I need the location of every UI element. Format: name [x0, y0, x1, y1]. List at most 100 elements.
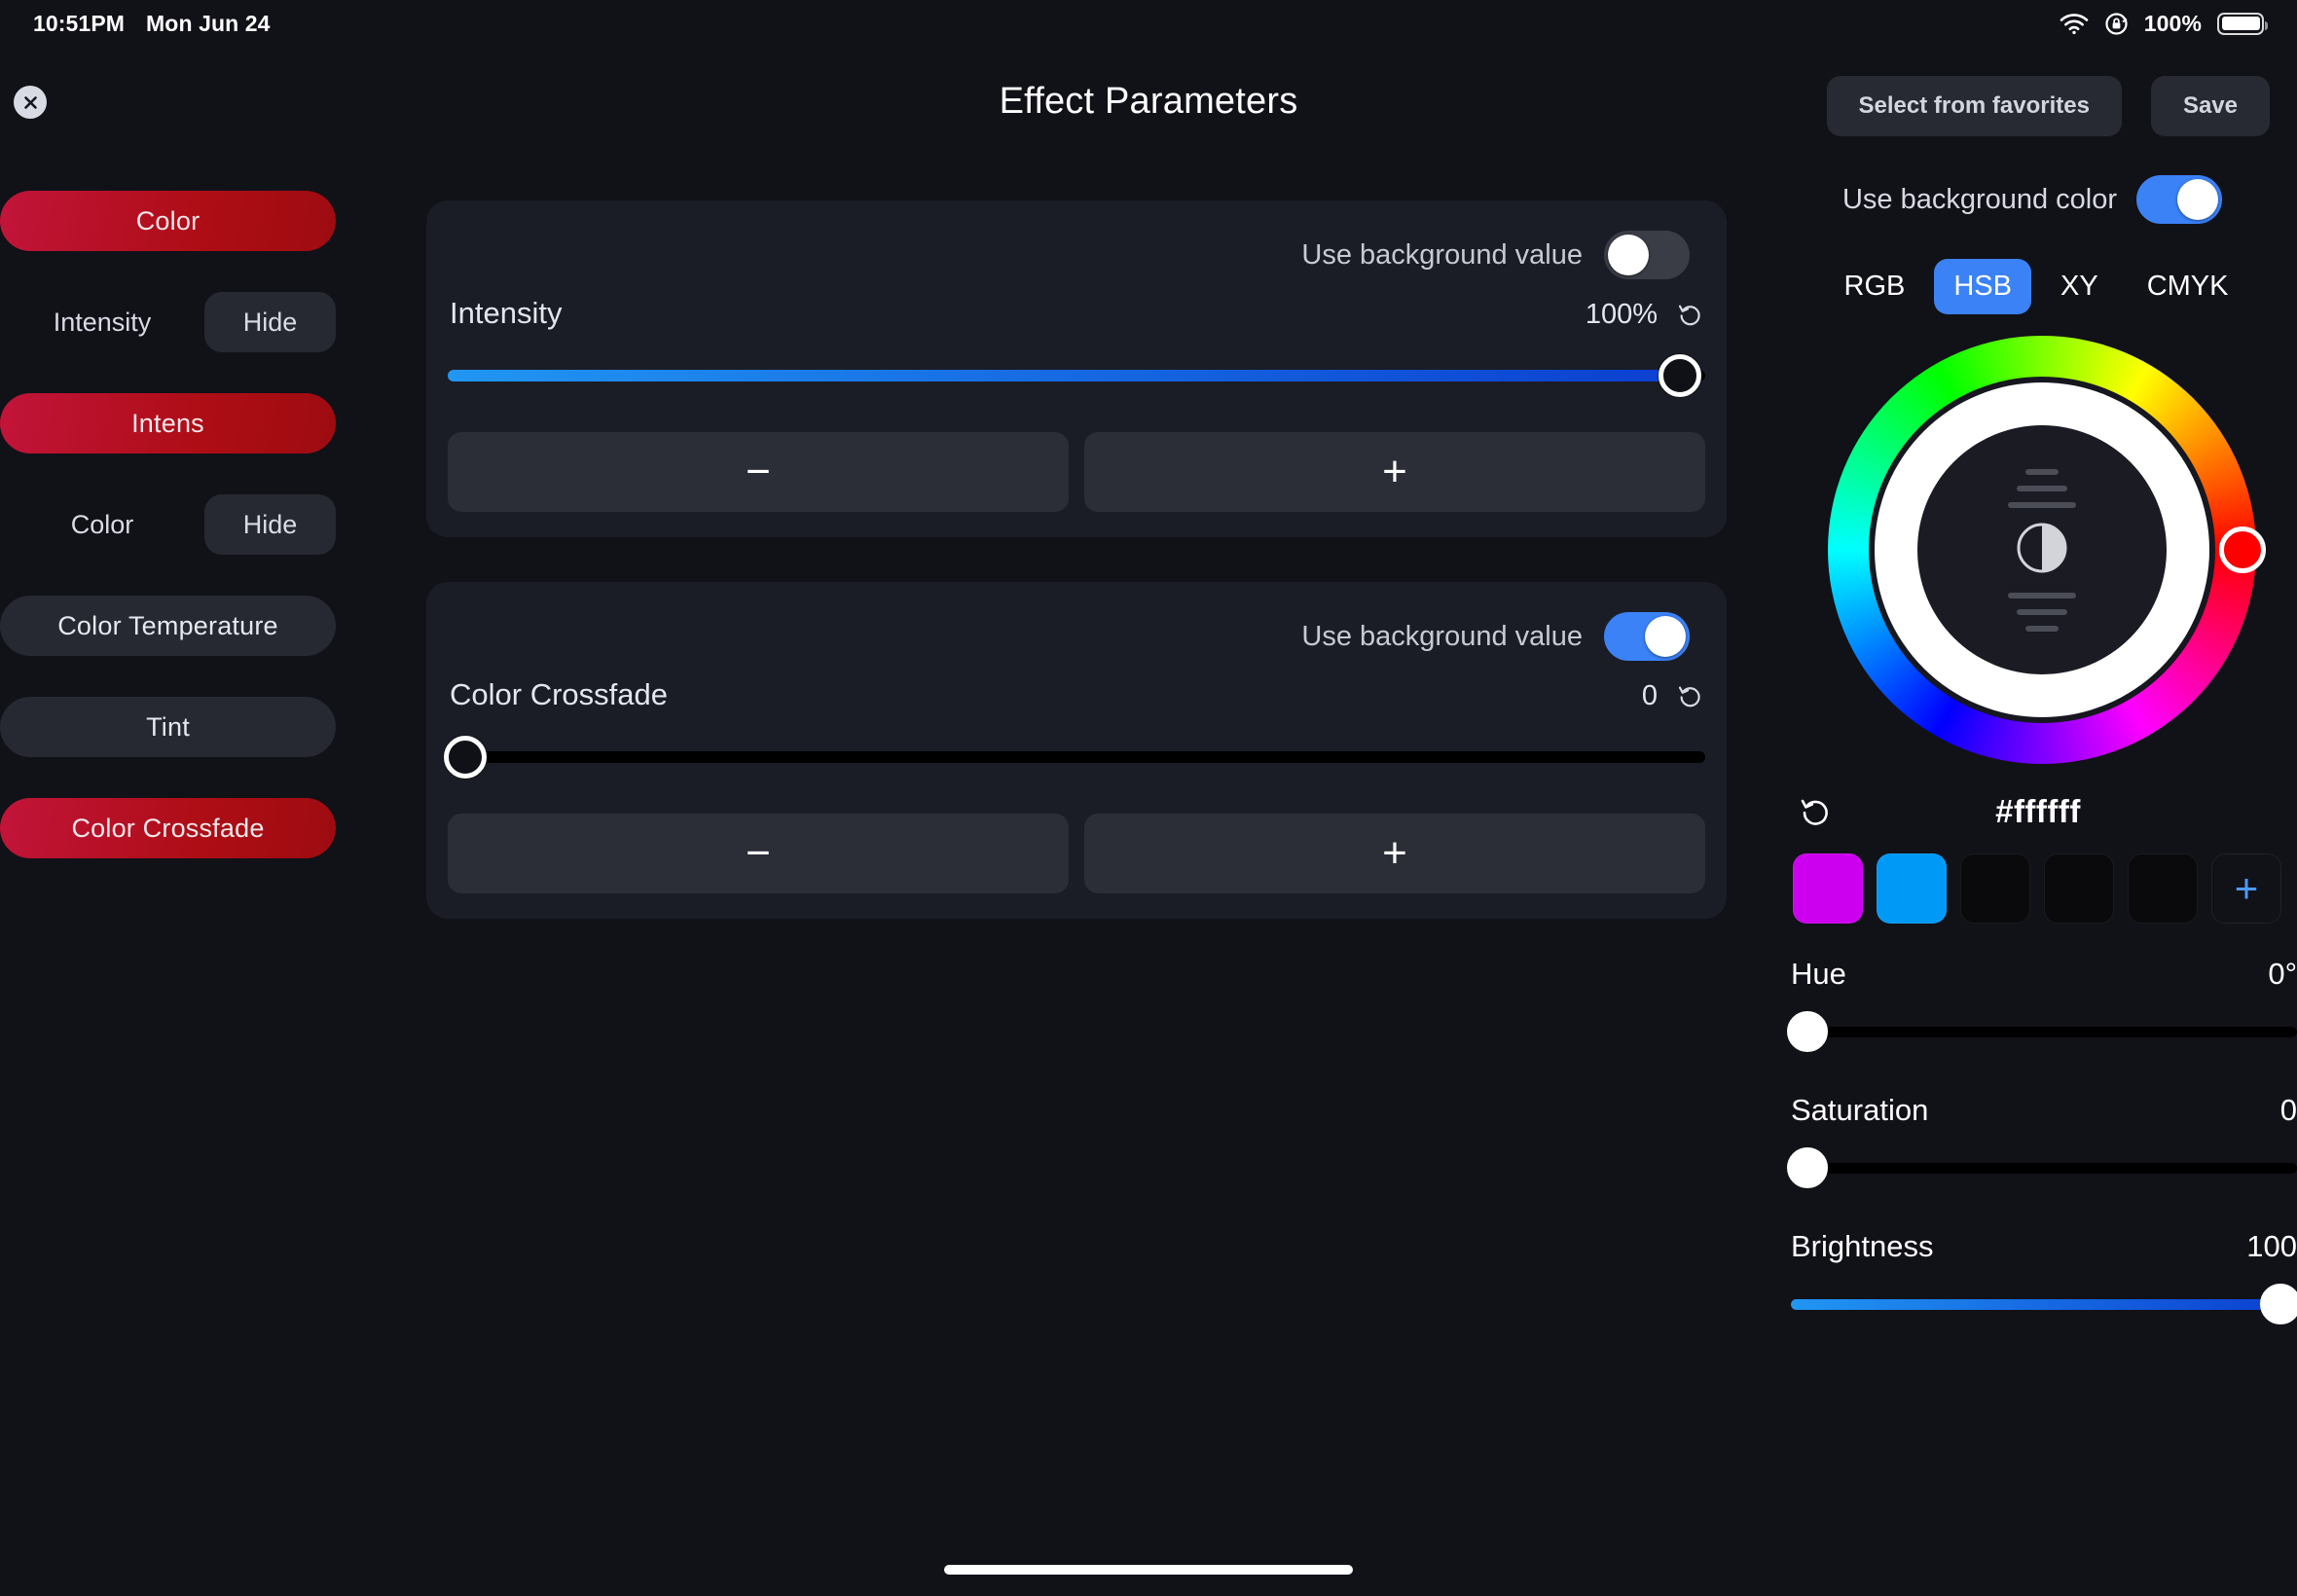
sidebar-item-intens[interactable]: Intens — [0, 393, 336, 453]
sidebar-item-color[interactable]: Color — [0, 191, 336, 251]
use-background-value-row: Use background value — [448, 607, 1705, 666]
sidebar-item-label: Color Temperature — [57, 611, 278, 641]
parameter-card-intensity: Use background value Intensity 100% − + — [426, 200, 1727, 537]
rotation-lock-icon — [2104, 12, 2129, 36]
swatch-empty-3[interactable] — [2128, 853, 2198, 924]
contrast-half-icon — [2016, 522, 2068, 579]
color-swatches: + — [1791, 853, 2297, 924]
increment-intensity-button[interactable]: + — [1084, 432, 1705, 512]
swatch-magenta[interactable] — [1793, 853, 1863, 924]
sidebar-item-label: Color — [0, 510, 204, 540]
battery-percent-label: 100% — [2144, 11, 2202, 37]
hex-value: #ffffff — [1832, 793, 2244, 830]
use-background-value-label: Use background value — [1301, 621, 1583, 653]
swatch-empty-2[interactable] — [2044, 853, 2114, 924]
parameter-value: 0 — [1642, 680, 1658, 712]
sidebar-item-label: Intens — [131, 409, 204, 439]
slider-thumb[interactable] — [1787, 1011, 1828, 1052]
sidebar-item-tint[interactable]: Tint — [0, 697, 336, 757]
color-picker-panel: Use background color RGB HSB XY CMYK — [1791, 175, 2297, 1332]
saturation-slider[interactable] — [1791, 1140, 2297, 1196]
sidebar-item-label: Color — [136, 206, 201, 236]
sidebar-row-intensity: Intensity Hide — [0, 292, 336, 352]
parameter-header-row: Intensity 100% — [448, 284, 1705, 331]
plus-icon: + — [1382, 451, 1407, 493]
hue-slider[interactable] — [1791, 1003, 2297, 1060]
slider-track — [1791, 1163, 2297, 1174]
saturation-slider-block: Saturation 0 — [1791, 1093, 2297, 1196]
slider-thumb[interactable] — [1659, 354, 1701, 397]
reset-icon[interactable] — [1677, 683, 1703, 709]
swatch-blue[interactable] — [1877, 853, 1947, 924]
parameter-name: Intensity — [450, 296, 562, 331]
sidebar-item-label: Intensity — [0, 308, 204, 338]
parameter-card-color-crossfade: Use background value Color Crossfade 0 −… — [426, 582, 1727, 919]
tab-hsb[interactable]: HSB — [1934, 259, 2031, 314]
plus-icon: + — [1382, 832, 1407, 875]
brightness-value: 100 — [2246, 1229, 2297, 1264]
slider-thumb[interactable] — [1787, 1147, 1828, 1188]
hide-color-button[interactable]: Hide — [204, 494, 336, 555]
intensity-slider[interactable] — [448, 345, 1705, 407]
parameters-area: Use background value Intensity 100% − + — [426, 200, 1727, 963]
slider-fill — [1791, 1299, 2297, 1310]
status-date: Mon Jun 24 — [146, 11, 271, 37]
save-button[interactable]: Save — [2151, 76, 2270, 136]
toggle-knob — [1645, 616, 1686, 657]
hex-row: #ffffff — [1791, 793, 2297, 830]
battery-full-icon — [2217, 13, 2264, 35]
brightness-ticks-top — [2008, 469, 2076, 508]
toggle-knob — [2177, 179, 2218, 220]
slider-fill — [448, 370, 1680, 381]
sidebar-item-color-temperature[interactable]: Color Temperature — [0, 596, 336, 656]
swatch-empty-1[interactable] — [1960, 853, 2030, 924]
use-background-color-label: Use background color — [1842, 184, 2117, 216]
slider-thumb[interactable] — [444, 736, 487, 779]
hue-label: Hue — [1791, 957, 1846, 992]
brightness-slider[interactable] — [1791, 1276, 2297, 1332]
minus-icon: − — [746, 832, 771, 875]
decrement-color-crossfade-button[interactable]: − — [448, 814, 1069, 893]
sidebar-row-color: Color Hide — [0, 494, 336, 555]
use-background-value-row: Use background value — [448, 226, 1705, 284]
app-header: Effect Parameters Select from favorites … — [0, 47, 2297, 156]
color-crossfade-slider[interactable] — [448, 726, 1705, 788]
use-background-color-row: Use background color — [1791, 175, 2297, 224]
saturation-value: 0 — [2280, 1093, 2297, 1128]
add-swatch-button[interactable]: + — [2211, 853, 2281, 924]
use-background-value-label: Use background value — [1301, 239, 1583, 272]
slider-thumb[interactable] — [2260, 1284, 2297, 1324]
brightness-ticks-bottom — [2008, 593, 2076, 632]
use-background-value-toggle[interactable] — [1604, 612, 1690, 661]
hue-handle[interactable] — [2219, 526, 2266, 573]
sidebar-item-label: Tint — [146, 712, 190, 743]
toggle-knob — [1608, 235, 1649, 275]
slider-track — [1791, 1027, 2297, 1037]
tab-cmyk[interactable]: CMYK — [2128, 259, 2248, 314]
tab-xy[interactable]: XY — [2041, 259, 2118, 314]
reset-color-icon[interactable] — [1799, 795, 1832, 828]
parameter-value: 100% — [1586, 299, 1658, 331]
hide-intensity-button[interactable]: Hide — [204, 292, 336, 352]
use-background-value-toggle[interactable] — [1604, 231, 1690, 279]
home-indicator — [944, 1565, 1353, 1575]
reset-icon[interactable] — [1677, 302, 1703, 328]
color-mode-tabs: RGB HSB XY CMYK — [1791, 259, 2297, 314]
increment-color-crossfade-button[interactable]: + — [1084, 814, 1705, 893]
brightness-disc[interactable] — [1917, 425, 2167, 674]
sidebar-item-color-crossfade[interactable]: Color Crossfade — [0, 798, 336, 858]
slider-track — [448, 751, 1705, 763]
use-background-color-toggle[interactable] — [2136, 175, 2222, 224]
parameter-header-row: Color Crossfade 0 — [448, 666, 1705, 712]
select-from-favorites-button[interactable]: Select from favorites — [1827, 76, 2122, 136]
wifi-icon — [2060, 13, 2089, 35]
decrement-intensity-button[interactable]: − — [448, 432, 1069, 512]
hue-slider-block: Hue 0° — [1791, 957, 2297, 1060]
tab-rgb[interactable]: RGB — [1825, 259, 1925, 314]
brightness-label: Brightness — [1791, 1229, 1933, 1264]
status-bar: 10:51PM Mon Jun 24 100% — [0, 0, 2297, 47]
saturation-label: Saturation — [1791, 1093, 1928, 1128]
status-time: 10:51PM — [33, 11, 125, 37]
hue-value: 0° — [2268, 957, 2297, 992]
color-wheel[interactable] — [1828, 336, 2256, 764]
